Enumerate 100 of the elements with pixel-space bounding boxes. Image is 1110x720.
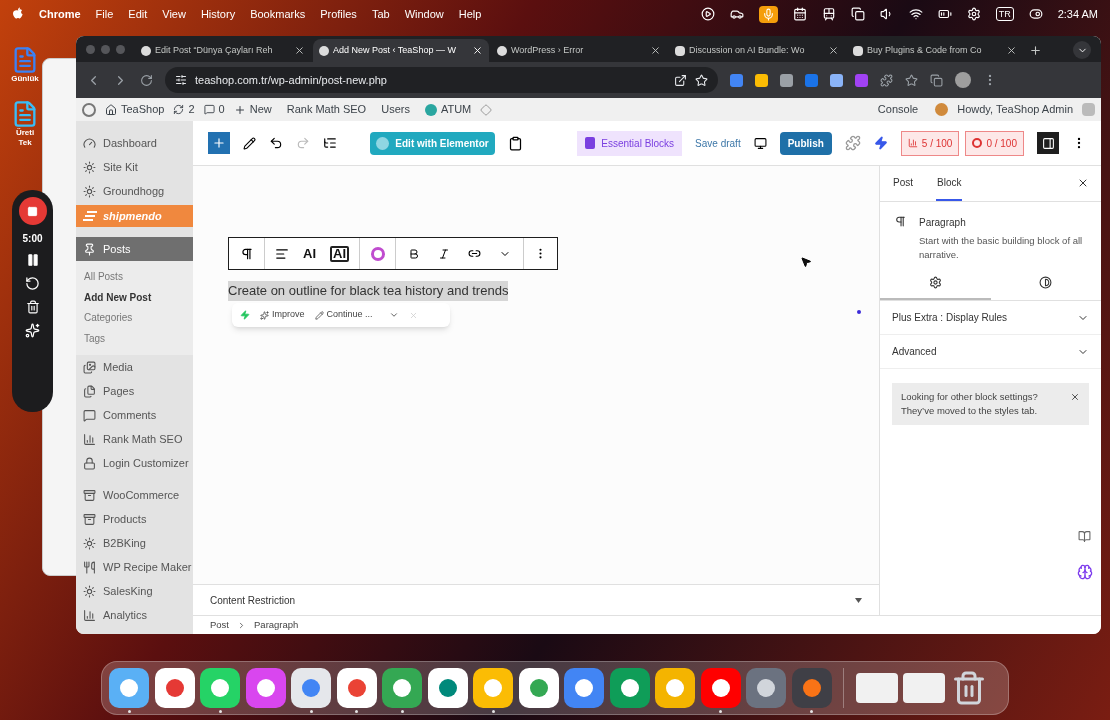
essential-blocks-button[interactable]: Essential Blocks xyxy=(577,130,683,156)
sidebar-tab[interactable]: Post xyxy=(892,166,914,201)
app-icon[interactable] xyxy=(200,668,240,708)
submenu-item[interactable]: All Posts xyxy=(76,267,193,288)
menu-item[interactable]: Help xyxy=(458,5,482,23)
menu-item[interactable]: Tab xyxy=(371,5,390,23)
new-tab-icon[interactable] xyxy=(1029,44,1042,57)
clipboard-icon[interactable] xyxy=(508,135,523,151)
restart-icon[interactable] xyxy=(25,276,40,291)
refresh-icon[interactable] xyxy=(173,104,185,115)
plus-icon[interactable] xyxy=(233,103,246,116)
app-icon[interactable] xyxy=(746,668,786,708)
status-icon[interactable] xyxy=(850,7,865,21)
app-icon[interactable] xyxy=(336,668,377,708)
app-icon[interactable] xyxy=(154,668,195,708)
desktop-icon-label[interactable]: Üreti Tek xyxy=(15,128,35,148)
dropdown-icon[interactable] xyxy=(388,310,399,320)
new-link[interactable]: New xyxy=(249,101,272,118)
status-icon[interactable] xyxy=(966,7,981,21)
submenu-item[interactable]: Tags xyxy=(76,328,193,349)
edit-icon[interactable] xyxy=(243,136,256,150)
brain-icon[interactable] xyxy=(1077,564,1093,580)
menu-item[interactable]: Posts xyxy=(76,237,193,261)
seo-score-badge[interactable]: 5 / 100 xyxy=(900,130,960,156)
improve-button[interactable]: Improve xyxy=(260,308,305,322)
close-icon[interactable] xyxy=(1077,177,1089,189)
undo-icon[interactable] xyxy=(269,136,283,150)
status-icon[interactable] xyxy=(937,7,952,21)
open-in-app-icon[interactable] xyxy=(674,73,687,87)
extension-icon[interactable] xyxy=(755,73,768,87)
panel-section[interactable]: Plus Extra : Display Rules xyxy=(880,301,1101,335)
reload-icon[interactable] xyxy=(140,73,153,87)
settings-toggle-button[interactable] xyxy=(1037,132,1059,154)
menu-item[interactable]: Bookmarks xyxy=(250,5,306,23)
window-thumbnail[interactable] xyxy=(903,673,945,703)
menu-item[interactable]: File xyxy=(95,5,114,23)
add-block-button[interactable] xyxy=(208,132,230,154)
browser-tab[interactable]: Add New Post ‹ TeaShop — W xyxy=(313,39,489,62)
tab-groups-icon[interactable] xyxy=(930,73,943,87)
save-draft-button[interactable]: Save draft xyxy=(695,135,741,151)
admin-bar-link[interactable]: Rank Math SEO xyxy=(286,101,367,118)
breadcrumb-link[interactable]: Post xyxy=(210,617,229,633)
extension-icon[interactable] xyxy=(830,73,843,87)
stop-recording-button[interactable] xyxy=(18,197,47,225)
extensions-icon[interactable] xyxy=(880,73,893,87)
ai-button[interactable]: AI xyxy=(330,245,349,262)
ai-assistant-icon[interactable] xyxy=(370,246,385,261)
browser-tab[interactable]: Discussion on AI Bundle: Wo xyxy=(669,39,845,62)
breadcrumb-link[interactable]: Paragraph xyxy=(254,617,299,633)
admin-bar-link[interactable]: Users xyxy=(381,101,410,118)
home-icon[interactable] xyxy=(105,103,117,116)
browser-tab[interactable]: WordPress › Error xyxy=(491,39,667,62)
menu-item[interactable]: Window xyxy=(404,5,444,23)
effects-icon[interactable] xyxy=(25,323,40,338)
app-icon[interactable] xyxy=(109,668,149,708)
close-tab-icon[interactable] xyxy=(294,45,305,56)
close-tab-icon[interactable] xyxy=(650,45,661,56)
site-settings-icon[interactable] xyxy=(175,74,187,86)
app-icon[interactable] xyxy=(427,668,468,708)
tab-search-button[interactable] xyxy=(1073,41,1091,59)
browser-tab[interactable]: Edit Post “Dünya Çayları Reh xyxy=(135,39,311,62)
app-icon[interactable] xyxy=(245,668,286,708)
bold-icon[interactable] xyxy=(408,247,420,260)
italic-icon[interactable] xyxy=(438,247,450,260)
app-icon[interactable] xyxy=(564,668,604,708)
bolt-icon[interactable] xyxy=(873,136,888,150)
book-icon[interactable] xyxy=(1078,530,1091,543)
status-icon[interactable] xyxy=(792,7,807,21)
close-tab-icon[interactable] xyxy=(828,45,839,56)
sidebar-tab[interactable]: Block xyxy=(936,166,963,201)
app-menu[interactable]: Chrome xyxy=(39,5,81,23)
menu-item[interactable]: History xyxy=(200,5,236,23)
clock[interactable]: 2:34 AM xyxy=(1057,5,1098,23)
console-link[interactable]: Console xyxy=(877,101,919,118)
updates-count[interactable]: 2 xyxy=(188,101,195,118)
delete-icon[interactable] xyxy=(25,300,40,314)
apple-logo-icon[interactable] xyxy=(12,7,24,21)
site-link[interactable]: TeaShop xyxy=(121,101,165,118)
comments-count[interactable]: 0 xyxy=(218,101,225,118)
status-icon[interactable] xyxy=(729,7,744,21)
app-icon[interactable] xyxy=(655,668,695,708)
submenu-item[interactable]: Categories xyxy=(76,308,193,329)
extension-icon[interactable] xyxy=(730,73,743,87)
window-thumbnail[interactable] xyxy=(855,673,898,703)
app-icon[interactable] xyxy=(609,668,650,708)
app-icon[interactable] xyxy=(473,668,513,708)
globe-icon[interactable] xyxy=(424,103,437,116)
comment-icon[interactable] xyxy=(203,104,215,115)
submenu-item[interactable]: Add New Post xyxy=(76,287,193,308)
app-icon[interactable] xyxy=(518,668,559,708)
status-icon[interactable] xyxy=(821,7,836,21)
app-icon[interactable] xyxy=(700,668,741,708)
microphone-button[interactable] xyxy=(758,5,778,23)
status-icon[interactable] xyxy=(908,7,923,21)
reading-list-icon[interactable] xyxy=(905,73,918,87)
menu-item[interactable]: View xyxy=(162,5,186,23)
app-icon[interactable] xyxy=(382,668,422,708)
plugin-icon[interactable] xyxy=(844,135,861,151)
paragraph-text[interactable]: Create on outline for black tea history and trends xyxy=(228,281,509,301)
user-greeting[interactable]: Howdy, TeaShop Admin xyxy=(957,101,1073,118)
